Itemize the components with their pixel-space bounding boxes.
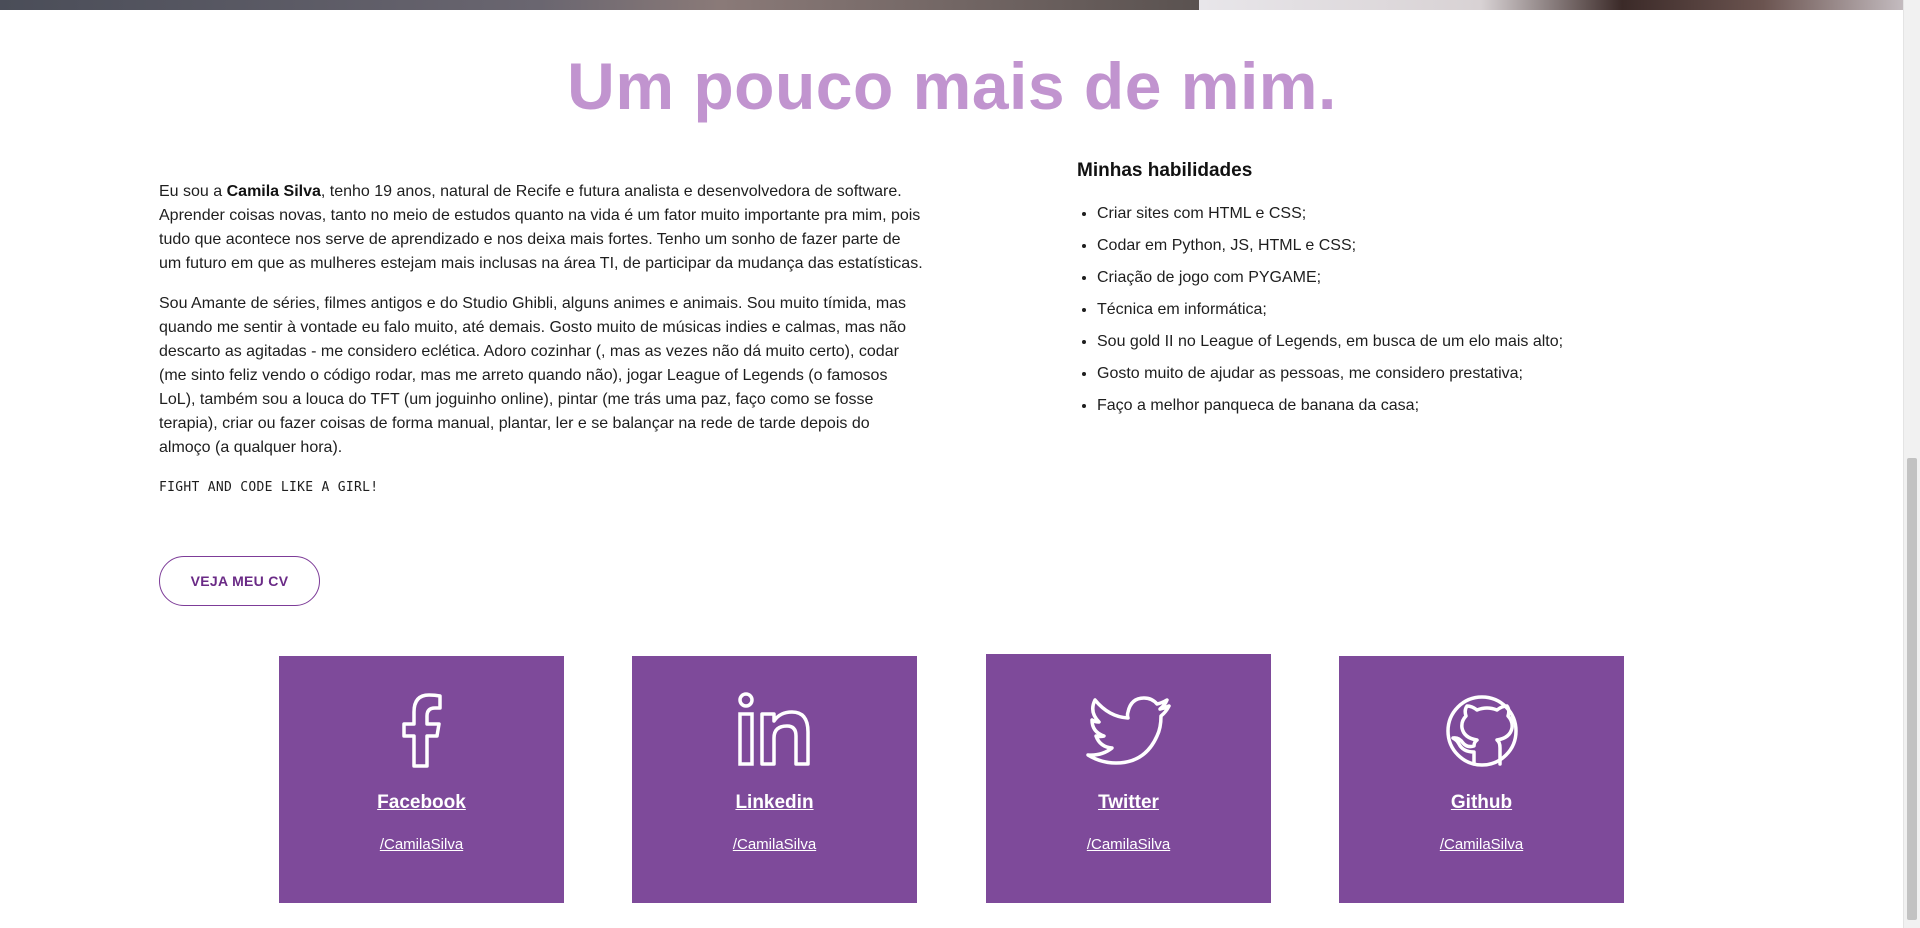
social-name-facebook[interactable]: Facebook bbox=[279, 792, 564, 814]
social-name-twitter[interactable]: Twitter bbox=[986, 792, 1271, 814]
skills-section: Minhas habilidades Criar sites com HTML … bbox=[1077, 160, 1637, 428]
hero-image-left bbox=[0, 0, 1199, 10]
social-card-twitter[interactable]: Twitter /CamilaSilva bbox=[986, 654, 1271, 903]
linkedin-icon bbox=[632, 686, 917, 776]
scrollbar-thumb[interactable] bbox=[1907, 458, 1917, 920]
about-paragraph-2: Sou Amante de séries, filmes antigos e d… bbox=[159, 295, 907, 456]
view-cv-button[interactable]: VEJA MEU CV bbox=[159, 556, 320, 606]
skill-item: Sou gold II no League of Legends, em bus… bbox=[1097, 332, 1637, 352]
skill-item: Gosto muito de ajudar as pessoas, me con… bbox=[1097, 364, 1637, 384]
social-card-linkedin[interactable]: Linkedin /CamilaSilva bbox=[632, 656, 917, 903]
social-handle-github[interactable]: /CamilaSilva bbox=[1339, 836, 1624, 853]
social-card-github[interactable]: Github /CamilaSilva bbox=[1339, 656, 1624, 903]
social-handle-linkedin[interactable]: /CamilaSilva bbox=[632, 836, 917, 853]
twitter-icon bbox=[986, 686, 1271, 776]
social-name-github[interactable]: Github bbox=[1339, 792, 1624, 814]
about-name: Camila Silva bbox=[226, 183, 321, 200]
page-scrollbar[interactable] bbox=[1903, 0, 1920, 928]
motto: FIGHT AND CODE LIKE A GIRL! bbox=[159, 480, 379, 495]
hero-image-right bbox=[1199, 0, 1904, 10]
social-handle-facebook[interactable]: /CamilaSilva bbox=[279, 836, 564, 853]
github-icon bbox=[1339, 686, 1624, 776]
social-handle-twitter[interactable]: /CamilaSilva bbox=[986, 836, 1271, 853]
skill-item: Criação de jogo com PYGAME; bbox=[1097, 268, 1637, 288]
facebook-icon bbox=[279, 686, 564, 776]
about-paragraph-1: Eu sou a Camila Silva, tenho 19 anos, na… bbox=[159, 180, 924, 276]
social-card-facebook[interactable]: Facebook /CamilaSilva bbox=[279, 656, 564, 903]
about-intro: Eu sou a bbox=[159, 183, 227, 200]
skills-list: Criar sites com HTML e CSS; Codar em Pyt… bbox=[1077, 204, 1637, 416]
section-title: Um pouco mais de mim. bbox=[567, 49, 1337, 123]
skill-item: Criar sites com HTML e CSS; bbox=[1097, 204, 1637, 224]
skill-item: Técnica em informática; bbox=[1097, 300, 1637, 320]
skill-item: Codar em Python, JS, HTML e CSS; bbox=[1097, 236, 1637, 256]
skill-item: Faço a melhor panqueca de banana da casa… bbox=[1097, 396, 1637, 416]
social-name-linkedin[interactable]: Linkedin bbox=[632, 792, 917, 814]
skills-title: Minhas habilidades bbox=[1077, 160, 1253, 181]
about-text: Eu sou a Camila Silva, tenho 19 anos, na… bbox=[159, 180, 924, 516]
hero-image-strip bbox=[0, 0, 1904, 10]
